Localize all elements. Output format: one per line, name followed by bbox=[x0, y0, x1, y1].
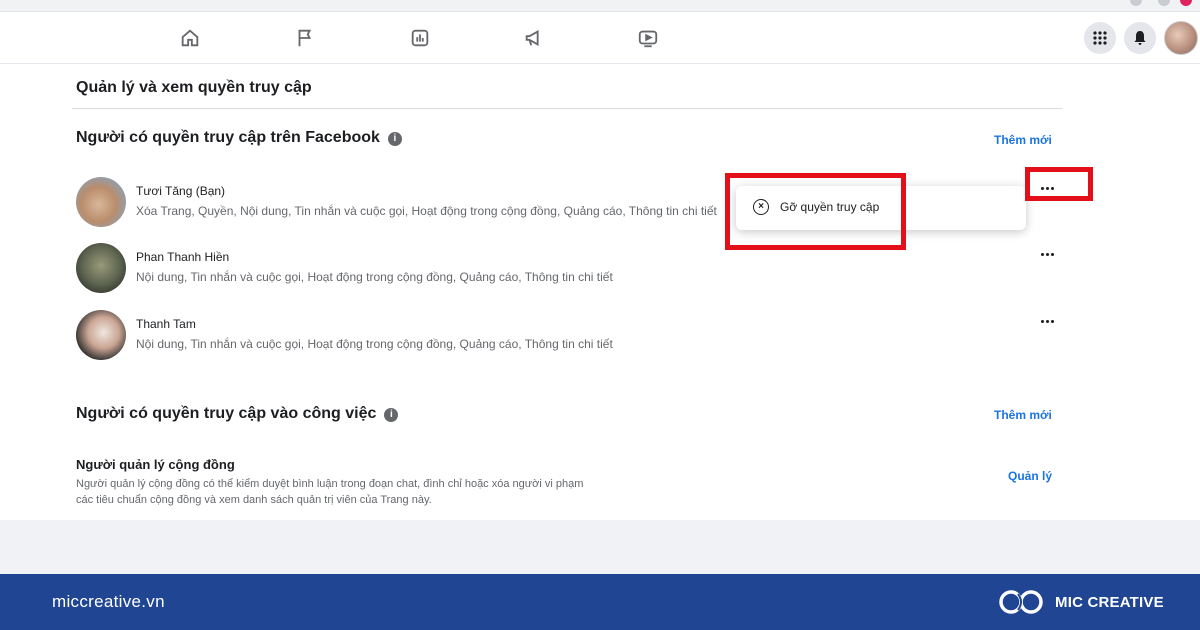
task-access-title-text: Người có quyền truy cập vào công việc bbox=[76, 405, 377, 422]
window-control[interactable] bbox=[1130, 0, 1142, 6]
facebook-access-section-title: Người có quyền truy cập trên Facebook i bbox=[76, 129, 402, 147]
footer-banner: miccreative.vn MIC CREATIVE bbox=[0, 574, 1200, 630]
person-name: Phan Thanh Hiền bbox=[136, 250, 230, 264]
window-control[interactable] bbox=[1180, 0, 1192, 6]
person-row: Phan Thanh Hiền Nội dung, Tin nhắn và cu… bbox=[76, 243, 1036, 295]
community-manager-description: Người quản lý cộng đồng có thể kiểm duyệ… bbox=[76, 478, 584, 506]
community-manager-title: Người quản lý cộng đồng bbox=[76, 457, 235, 472]
manage-link[interactable]: Quản lý bbox=[1008, 469, 1052, 483]
add-facebook-access-link[interactable]: Thêm mới bbox=[994, 133, 1052, 147]
highlight-box-more-options bbox=[1025, 167, 1093, 201]
browser-chrome-strip bbox=[0, 0, 1200, 12]
person-row: Thanh Tam Nội dung, Tin nhắn và cuộc gọi… bbox=[76, 310, 1036, 362]
person-permissions: Nội dung, Tin nhắn và cuộc gọi, Hoạt độn… bbox=[136, 270, 613, 284]
page-bottom-band bbox=[0, 520, 1200, 574]
flag-icon[interactable] bbox=[291, 24, 319, 52]
bell-icon[interactable] bbox=[1124, 22, 1156, 54]
divider bbox=[72, 108, 1062, 109]
top-navigation-bar bbox=[0, 12, 1200, 64]
profile-avatar[interactable] bbox=[1164, 21, 1198, 55]
person-avatar[interactable] bbox=[76, 243, 126, 293]
mic-creative-logo-icon bbox=[999, 590, 1043, 614]
person-avatar[interactable] bbox=[76, 177, 126, 227]
video-icon[interactable] bbox=[634, 24, 662, 52]
facebook-access-title-text: Người có quyền truy cập trên Facebook bbox=[76, 129, 380, 146]
task-access-section-title: Người có quyền truy cập vào công việc i bbox=[76, 405, 399, 423]
apps-grid-icon[interactable] bbox=[1084, 22, 1116, 54]
page-title: Quản lý và xem quyền truy cập bbox=[76, 79, 312, 96]
person-name: Thanh Tam bbox=[136, 317, 196, 331]
person-permissions: Xóa Trang, Quyền, Nội dung, Tin nhắn và … bbox=[136, 204, 717, 218]
footer-site-url[interactable]: miccreative.vn bbox=[52, 592, 165, 612]
person-name: Tươi Tăng (Bạn) bbox=[136, 184, 226, 198]
highlight-box-remove-access bbox=[725, 173, 906, 250]
footer-brand-name: MIC CREATIVE bbox=[1055, 594, 1164, 611]
info-icon[interactable]: i bbox=[384, 407, 399, 422]
person-avatar[interactable] bbox=[76, 310, 126, 360]
home-icon[interactable] bbox=[176, 24, 204, 52]
window-control[interactable] bbox=[1158, 0, 1170, 6]
insights-icon[interactable] bbox=[406, 24, 434, 52]
more-options-button[interactable] bbox=[1035, 314, 1059, 328]
info-icon[interactable]: i bbox=[387, 131, 402, 146]
megaphone-icon[interactable] bbox=[520, 24, 548, 52]
add-task-access-link[interactable]: Thêm mới bbox=[994, 408, 1052, 422]
person-permissions: Nội dung, Tin nhắn và cuộc gọi, Hoạt độn… bbox=[136, 337, 613, 351]
more-options-button[interactable] bbox=[1035, 247, 1059, 261]
